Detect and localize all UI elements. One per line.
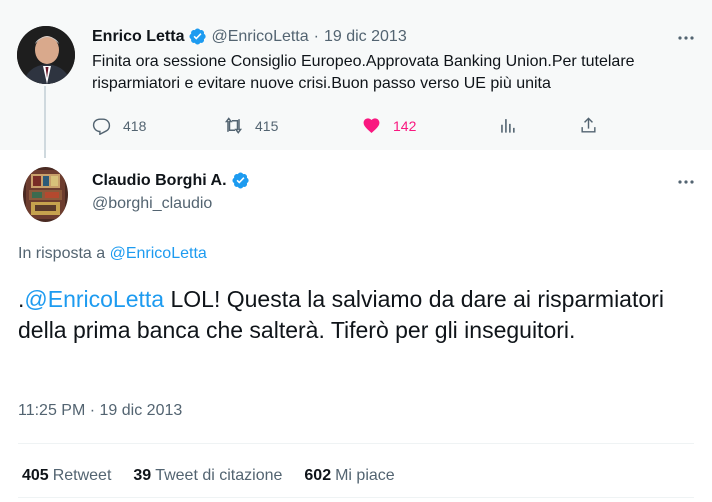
reply-icon [92, 118, 111, 135]
main-author-handle[interactable]: @borghi_claudio [92, 195, 212, 213]
verified-badge-icon [231, 172, 249, 189]
share-upload-icon [581, 117, 596, 133]
author-handle[interactable]: @EnricoLetta [211, 28, 308, 46]
tweet-timestamp[interactable]: 11:25 PM · 19 dic 2013 [18, 402, 182, 420]
share-button[interactable] [579, 116, 598, 135]
separator-dot: · [313, 27, 319, 45]
reply-mention-link[interactable]: @EnricoLetta [110, 245, 207, 262]
avatar-claudio-borghi[interactable] [23, 167, 68, 222]
like-count: 142 [393, 117, 417, 134]
tweet-date[interactable]: 19 dic 2013 [100, 402, 183, 419]
tweet-date[interactable]: 19 dic 2013 [324, 28, 407, 46]
more-options-icon[interactable] [676, 172, 696, 192]
avatar-enrico-letta[interactable] [17, 26, 75, 84]
quotes-label: Tweet di citazione [155, 467, 283, 484]
divider [18, 443, 694, 444]
tweet-stats: 405 Retweet 39 Tweet di citazione 602 Mi pi… [22, 467, 417, 485]
analytics-button[interactable] [498, 116, 517, 135]
separator-dot: · [89, 402, 96, 419]
retweet-button[interactable]: 415 [224, 116, 278, 135]
retweet-icon [224, 117, 243, 134]
retweets-count: 405 [22, 467, 49, 484]
reply-context: In risposta a @EnricoLetta [18, 245, 207, 263]
parent-author-row: Enrico Letta @EnricoLetta · 19 dic 2013 [92, 27, 407, 46]
likes-stat[interactable]: 602 Mi piace [304, 467, 394, 485]
analytics-bars-icon [501, 119, 515, 133]
reply-prefix: In risposta a [18, 245, 106, 262]
author-name[interactable]: Enrico Letta [92, 28, 184, 46]
parent-tweet[interactable]: Enrico Letta @EnricoLetta · 19 dic 2013 … [0, 0, 712, 158]
main-tweet-text: .@EnricoLetta LOL! Questa la salviamo da… [18, 284, 698, 346]
likes-count: 602 [304, 467, 332, 484]
tweet-time[interactable]: 11:25 PM [18, 402, 85, 419]
quotes-count: 39 [133, 467, 152, 484]
retweet-count: 415 [255, 117, 279, 134]
like-button[interactable]: 142 [362, 116, 416, 135]
reply-count: 418 [123, 117, 147, 134]
reply-button[interactable]: 418 [92, 116, 146, 135]
text-mention-link[interactable]: @EnricoLetta [24, 286, 164, 312]
retweets-label: Retweet [52, 467, 112, 484]
heart-filled-icon [363, 118, 380, 134]
verified-badge-icon [189, 28, 207, 45]
likes-label: Mi piace [335, 467, 395, 484]
parent-tweet-text: Finita ora sessione Consiglio Europeo.Ap… [92, 53, 635, 92]
more-options-icon[interactable] [676, 28, 696, 48]
thread-connector-line [44, 86, 46, 158]
quotes-stat[interactable]: 39 Tweet di citazione [133, 467, 282, 485]
main-author-name[interactable]: Claudio Borghi A. [92, 172, 227, 190]
retweets-stat[interactable]: 405 Retweet [22, 467, 111, 485]
divider [18, 497, 694, 498]
main-author-row: Claudio Borghi A. [92, 171, 250, 190]
